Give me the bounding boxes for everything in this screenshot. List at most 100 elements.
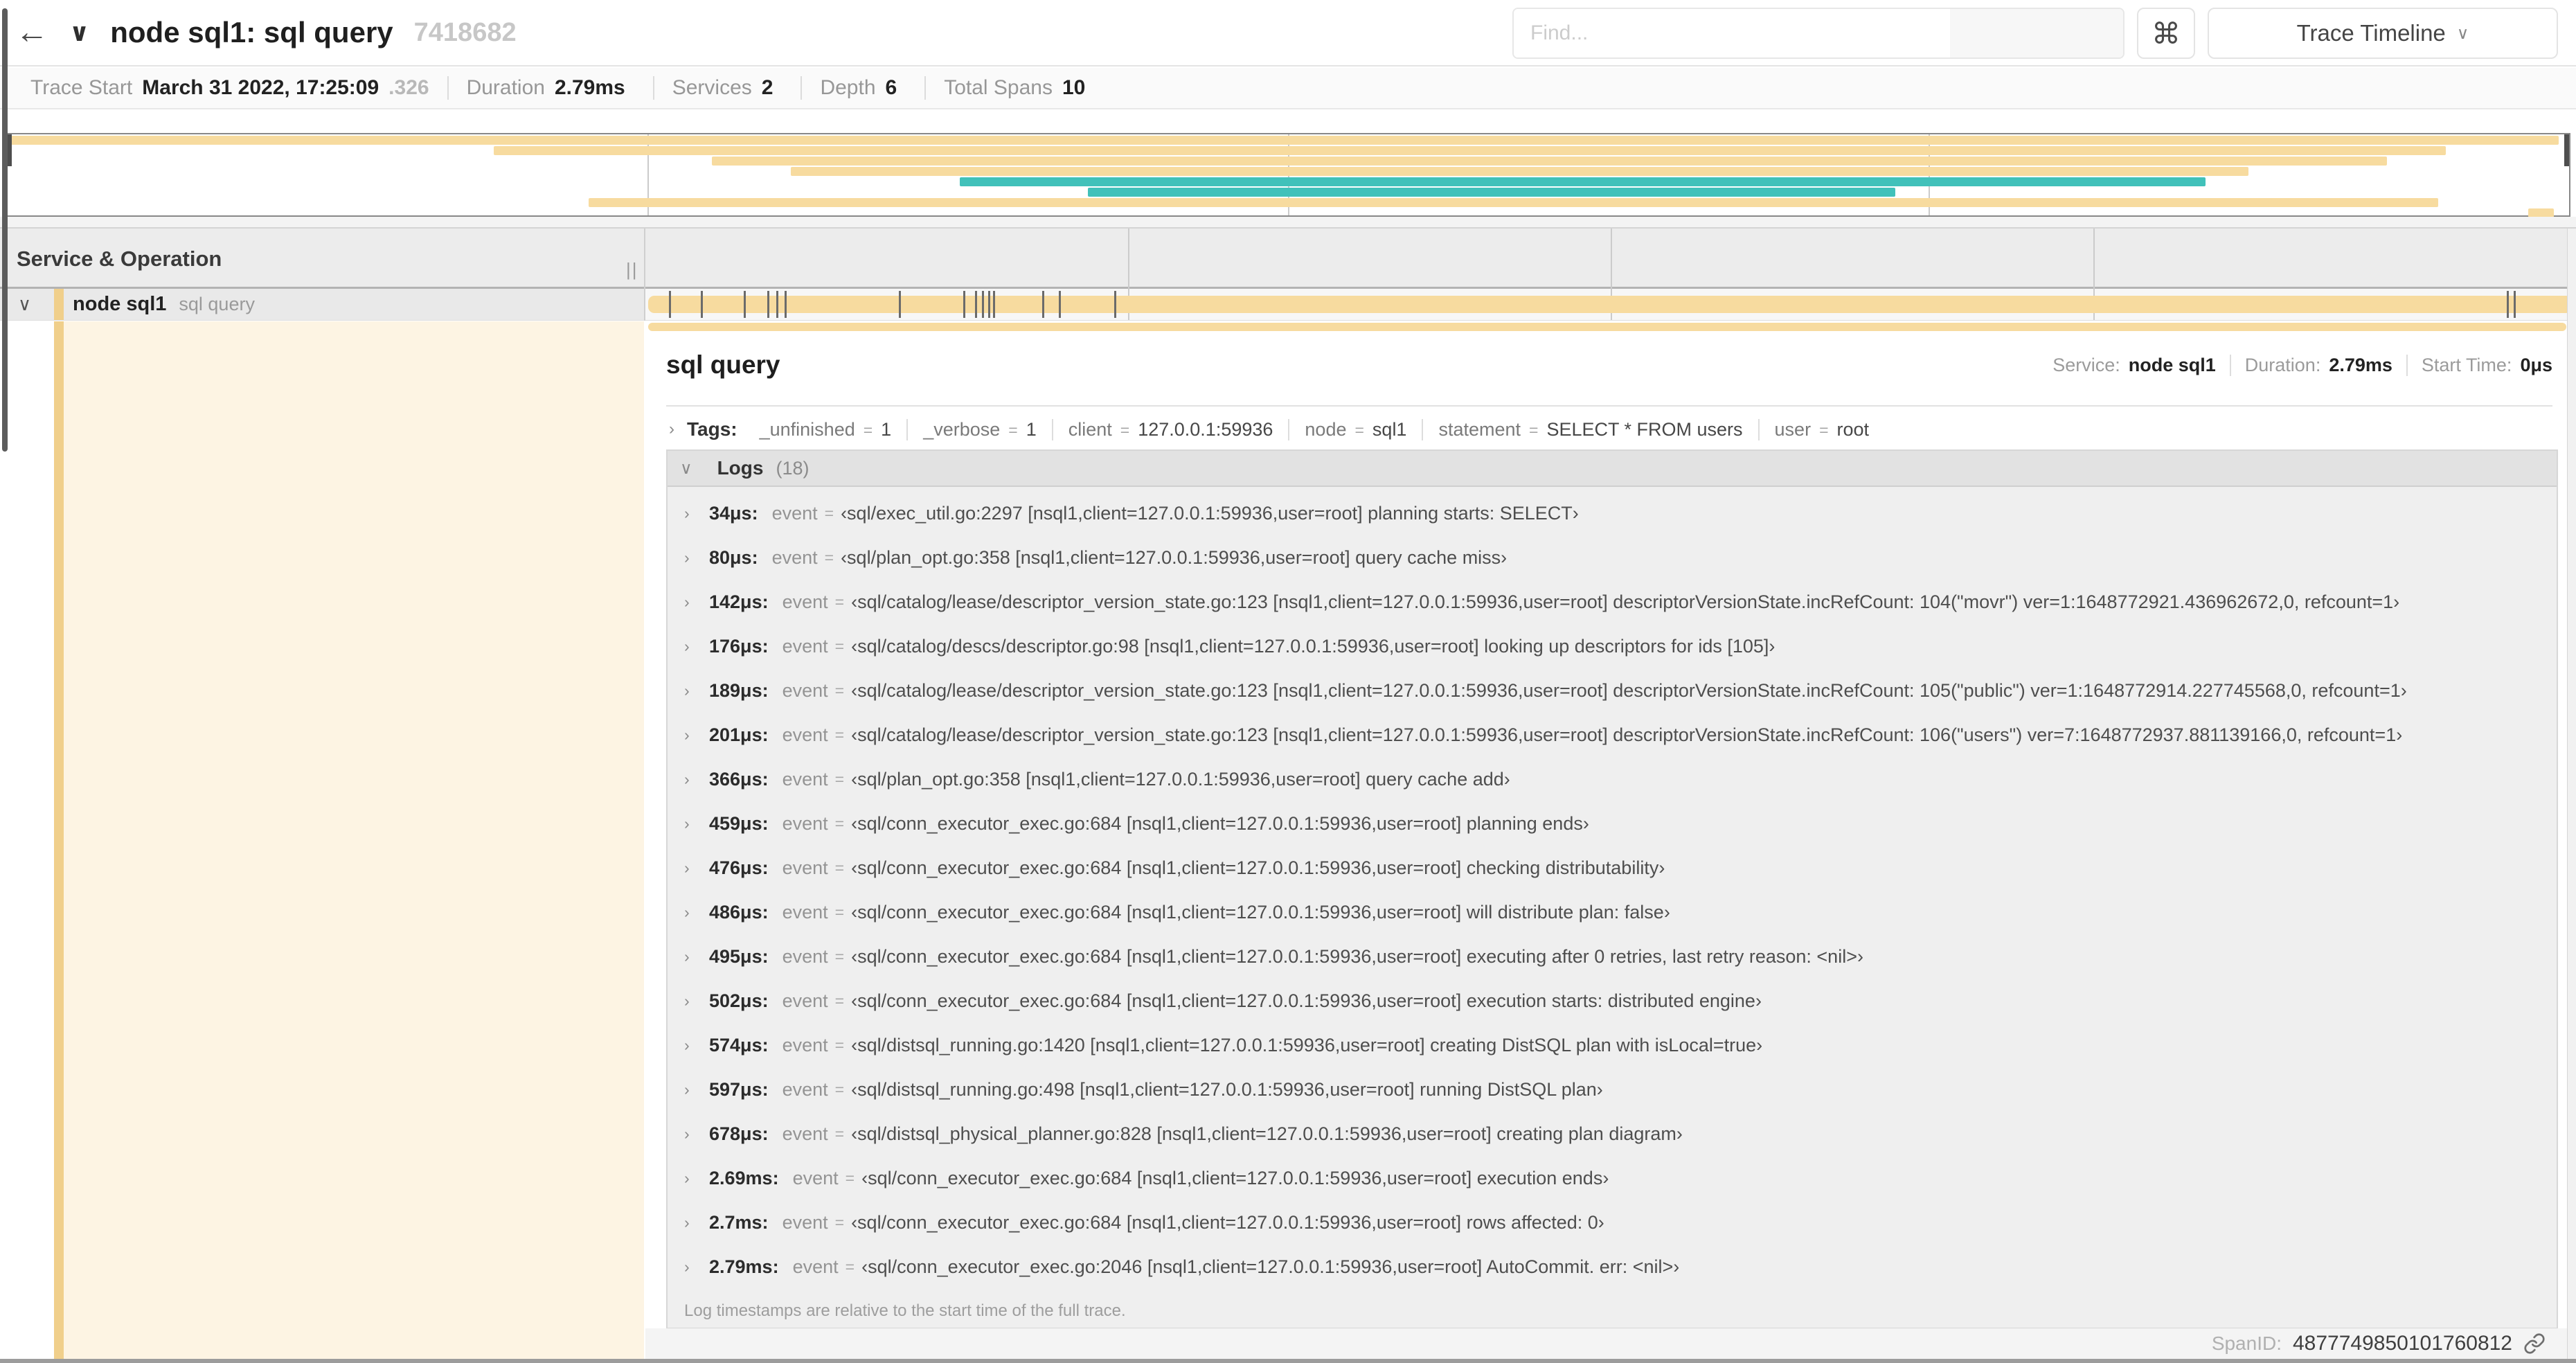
log-expand-chevron-icon[interactable]: › xyxy=(684,1169,709,1188)
minimap-span-bar xyxy=(791,167,2249,176)
deep-link-icon[interactable] xyxy=(2523,1333,2546,1355)
log-marker-tick xyxy=(987,291,990,318)
trace-id: 7418682 xyxy=(413,17,517,47)
vertical-scrollbar[interactable] xyxy=(2567,229,2576,1359)
log-marker-tick xyxy=(974,291,977,318)
log-marker-tick xyxy=(743,291,746,318)
log-expand-chevron-icon[interactable]: › xyxy=(684,1125,709,1143)
log-marker-tick xyxy=(963,291,965,318)
find-icon-group xyxy=(1950,9,2123,57)
log-row[interactable]: › 574μs: event = ‹sql/distsql_running.go… xyxy=(668,1023,2557,1067)
log-expand-chevron-icon[interactable]: › xyxy=(684,1036,709,1055)
log-row[interactable]: › 366μs: event = ‹sql/plan_opt.go:358 [n… xyxy=(668,757,2557,801)
tags-expand-chevron-icon[interactable]: › xyxy=(669,420,674,439)
span-id-value: 4877749850101760812 xyxy=(2292,1332,2512,1355)
detail-divider xyxy=(666,405,2552,407)
detail-span-bar xyxy=(648,323,2566,331)
trace-title-group: ← ∨ node sql1: sql query 7418682 xyxy=(15,0,517,65)
log-row[interactable]: › 142μs: event = ‹sql/catalog/lease/desc… xyxy=(668,580,2557,624)
column-resize-grip[interactable]: || xyxy=(626,259,638,280)
summary-item: Trace Start March 31 2022, 17:25:09 .326 xyxy=(30,76,429,99)
span-row-service[interactable]: ∨ node sql1 sql query xyxy=(0,289,644,321)
logs-title: Logs xyxy=(717,457,764,479)
log-row[interactable]: › 597μs: event = ‹sql/distsql_running.go… xyxy=(668,1067,2557,1112)
ruler-gridline xyxy=(1128,229,1129,289)
minimap-span-bar xyxy=(588,198,2439,207)
span-duration-bar[interactable] xyxy=(648,296,2572,313)
span-service-name: node sql1 xyxy=(73,293,167,315)
log-marker-tick xyxy=(2507,291,2510,318)
chevron-down-icon: ∨ xyxy=(2456,24,2469,43)
log-expand-chevron-icon[interactable]: › xyxy=(684,770,709,789)
log-row[interactable]: › 201μs: event = ‹sql/catalog/lease/desc… xyxy=(668,713,2557,757)
span-row-timeline[interactable] xyxy=(645,289,2576,321)
logs-footnote: Log timestamps are relative to the start… xyxy=(684,1301,1126,1320)
log-row[interactable]: › 80μs: event = ‹sql/plan_opt.go:358 [ns… xyxy=(668,535,2557,580)
back-arrow-icon[interactable]: ← xyxy=(15,16,48,49)
minimap-ruler xyxy=(6,109,2570,132)
span-collapse-chevron-icon[interactable]: ∨ xyxy=(18,294,31,315)
scrollbar-thumb[interactable] xyxy=(2,8,8,452)
span-detail-panel: sql query Service: node sql1 Duration: 2… xyxy=(645,331,2576,1329)
command-icon: ⌘ xyxy=(2152,17,2181,50)
log-row[interactable]: › 678μs: event = ‹sql/distsql_physical_p… xyxy=(668,1112,2557,1156)
keyboard-shortcuts-button[interactable]: ⌘ xyxy=(2137,8,2195,59)
log-expand-chevron-icon[interactable]: › xyxy=(684,1213,709,1232)
minimap-left-scrubber-handle[interactable] xyxy=(7,134,12,166)
log-expand-chevron-icon[interactable]: › xyxy=(684,504,709,523)
ruler-gridline xyxy=(1611,229,1612,289)
log-row[interactable]: › 34μs: event = ‹sql/exec_util.go:2297 [… xyxy=(668,491,2557,535)
tags-row[interactable]: › Tags: _unfinished = 1 _verbose = 1 cli… xyxy=(669,412,2552,447)
find-input[interactable] xyxy=(1514,9,1950,57)
trace-summary-bar: Trace Start March 31 2022, 17:25:09 .326… xyxy=(0,68,2576,109)
trace-title: node sql1: sql query xyxy=(110,16,393,48)
log-expand-chevron-icon[interactable]: › xyxy=(684,682,709,700)
trace-collapse-chevron-icon[interactable]: ∨ xyxy=(69,18,89,47)
span-id-label: SpanID: xyxy=(2211,1333,2282,1354)
log-row[interactable]: › 2.69ms: event = ‹sql/conn_executor_exe… xyxy=(668,1156,2557,1200)
summary-item: Total Spans 10 xyxy=(924,76,1113,100)
log-expand-chevron-icon[interactable]: › xyxy=(684,992,709,1010)
minimap-canvas[interactable] xyxy=(6,133,2570,217)
tag-item: client = 127.0.0.1:59936 xyxy=(1051,418,1289,440)
log-expand-chevron-icon[interactable]: › xyxy=(684,726,709,745)
logs-collapse-chevron-icon[interactable]: ∨ xyxy=(680,458,692,479)
log-expand-chevron-icon[interactable]: › xyxy=(684,947,709,966)
header-controls: ⌘ Trace Timeline ∨ xyxy=(1512,8,2558,59)
log-row[interactable]: › 459μs: event = ‹sql/conn_executor_exec… xyxy=(668,801,2557,846)
log-expand-chevron-icon[interactable]: › xyxy=(684,637,709,656)
page-header: ← ∨ node sql1: sql query 7418682 ⌘ Trace… xyxy=(0,0,2576,66)
find-group xyxy=(1512,8,2125,59)
log-row[interactable]: › 2.7ms: event = ‹sql/conn_executor_exec… xyxy=(668,1200,2557,1245)
log-row[interactable]: › 495μs: event = ‹sql/conn_executor_exec… xyxy=(668,934,2557,979)
log-marker-tick xyxy=(784,291,787,318)
log-row[interactable]: › 2.79ms: event = ‹sql/conn_executor_exe… xyxy=(668,1245,2557,1289)
log-expand-chevron-icon[interactable]: › xyxy=(684,593,709,612)
minimap-span-bar xyxy=(711,157,2388,166)
span-color-accent xyxy=(54,289,64,320)
log-row[interactable]: › 189μs: event = ‹sql/catalog/lease/desc… xyxy=(668,668,2557,713)
log-marker-tick xyxy=(2513,291,2516,318)
log-marker-tick xyxy=(898,291,901,318)
log-row[interactable]: › 486μs: event = ‹sql/conn_executor_exec… xyxy=(668,890,2557,934)
view-selector-dropdown[interactable]: Trace Timeline ∨ xyxy=(2208,8,2558,59)
log-row[interactable]: › 502μs: event = ‹sql/conn_executor_exec… xyxy=(668,979,2557,1023)
meta-item: Start Time: 0μs xyxy=(2406,354,2552,376)
log-expand-chevron-icon[interactable]: › xyxy=(684,549,709,567)
logs-header[interactable]: ∨ Logs (18) xyxy=(668,451,2557,487)
detail-left-gutter xyxy=(0,321,54,1359)
log-expand-chevron-icon[interactable]: › xyxy=(684,1258,709,1276)
log-expand-chevron-icon[interactable]: › xyxy=(684,814,709,833)
log-marker-tick xyxy=(1058,291,1061,318)
minimap-right-scrubber-handle[interactable] xyxy=(2564,134,2569,166)
log-expand-chevron-icon[interactable]: › xyxy=(684,903,709,922)
log-marker-tick xyxy=(669,291,671,318)
summary-item: Depth 6 xyxy=(800,76,924,100)
log-expand-chevron-icon[interactable]: › xyxy=(684,1080,709,1099)
log-expand-chevron-icon[interactable]: › xyxy=(684,859,709,878)
summary-item: Duration 2.79ms xyxy=(447,76,653,100)
meta-item: Duration: 2.79ms xyxy=(2229,354,2406,376)
log-row[interactable]: › 476μs: event = ‹sql/conn_executor_exec… xyxy=(668,846,2557,890)
log-row[interactable]: › 176μs: event = ‹sql/catalog/descs/desc… xyxy=(668,624,2557,668)
span-detail-header[interactable]: sql query Service: node sql1 Duration: 2… xyxy=(666,342,2552,388)
